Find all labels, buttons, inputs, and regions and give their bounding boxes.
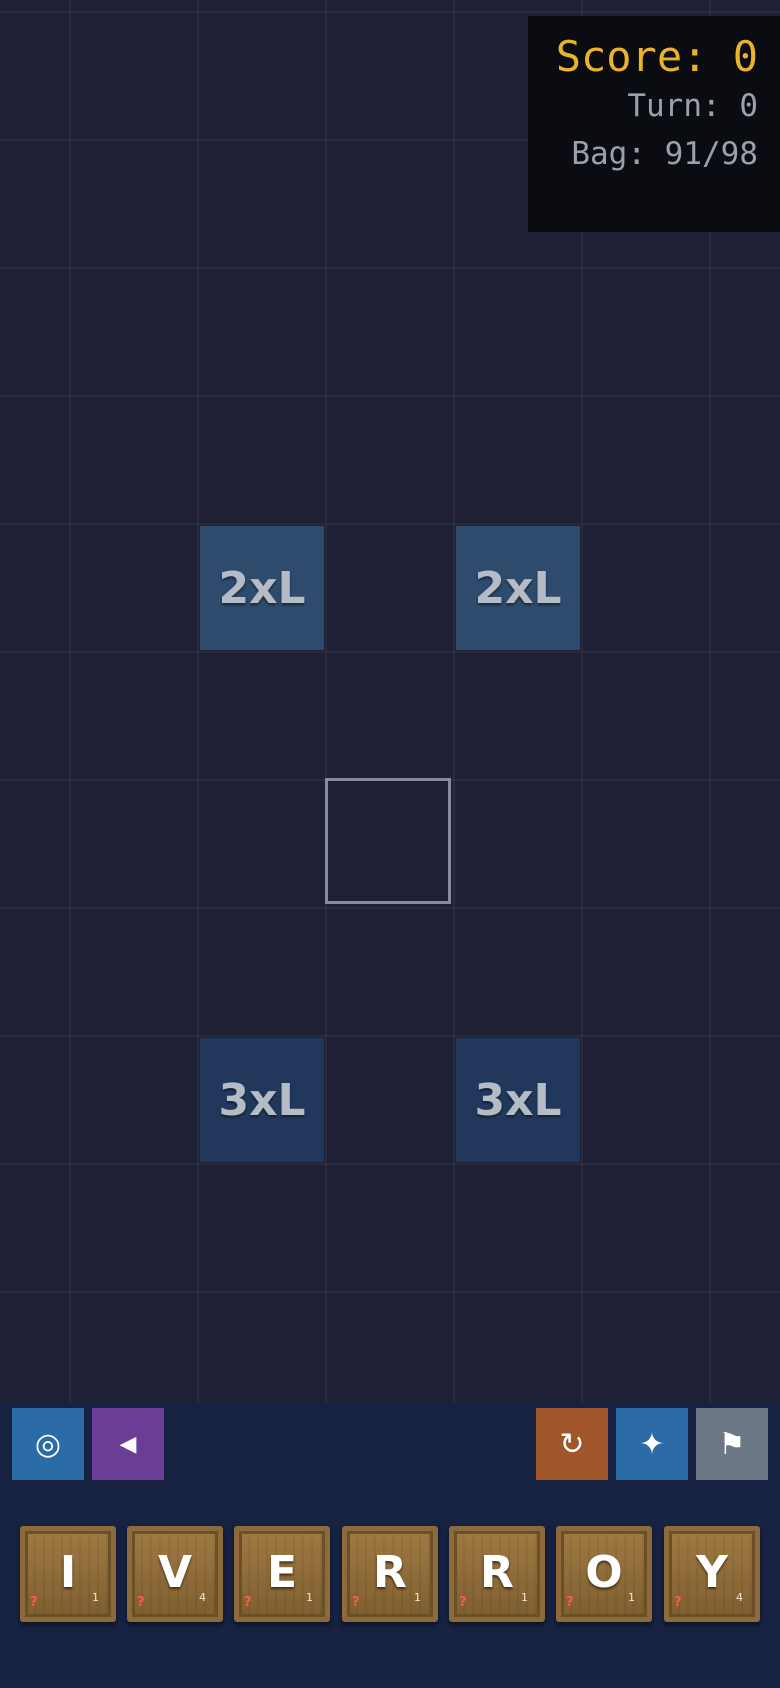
bag-display: Bag: 91/98 (528, 130, 758, 178)
hint-button[interactable]: ✦ (616, 1408, 688, 1480)
rack-tile[interactable]: R 1 ? (449, 1526, 545, 1622)
tile-points: 1 (521, 1591, 528, 1604)
center-start-square[interactable] (325, 778, 451, 904)
flag-icon: ⚑ (718, 1426, 746, 1462)
tile-mark: ? (137, 1595, 145, 1610)
tile-mark: ? (352, 1595, 360, 1610)
back-button[interactable]: ◀ (92, 1408, 164, 1480)
tile-mark: ? (674, 1595, 682, 1610)
refresh-icon: ↻ (559, 1426, 585, 1462)
triple-letter-square[interactable]: 3xL (200, 1038, 324, 1162)
tile-points: 1 (306, 1591, 313, 1604)
back-arrow-icon: ◀ (119, 1431, 137, 1457)
control-panel: ◎ ◀ ↻ ✦ ⚑ I 1 ? V 4 ? E 1 ? R 1 ? R 1 ? … (0, 1404, 780, 1688)
rack-tile[interactable]: E 1 ? (234, 1526, 330, 1622)
double-letter-square[interactable]: 2xL (200, 526, 324, 650)
rack-tile[interactable]: V 4 ? (127, 1526, 223, 1622)
triple-letter-square[interactable]: 3xL (456, 1038, 580, 1162)
game-screen: 2xL 2xL 3xL 3xL Score: 0 Turn: 0 Bag: 91… (0, 0, 780, 1688)
tile-mark: ? (30, 1595, 38, 1610)
tile-points: 4 (199, 1591, 206, 1604)
target-icon: ◎ (34, 1426, 62, 1462)
tile-points: 1 (414, 1591, 421, 1604)
turn-value: 0 (739, 88, 758, 124)
tile-points: 1 (92, 1591, 99, 1604)
rack-tile[interactable]: Y 4 ? (664, 1526, 760, 1622)
rack-tile[interactable]: O 1 ? (556, 1526, 652, 1622)
bag-value: 91/98 (664, 136, 758, 172)
score-label: Score: (555, 32, 708, 81)
double-letter-square[interactable]: 2xL (456, 526, 580, 650)
tile-mark: ? (244, 1595, 252, 1610)
sparkle-icon: ✦ (639, 1426, 665, 1462)
shuffle-button[interactable]: ↻ (536, 1408, 608, 1480)
tile-points: 4 (736, 1591, 743, 1604)
bag-label: Bag: (571, 136, 646, 172)
rack-tile[interactable]: R 1 ? (342, 1526, 438, 1622)
target-button[interactable]: ◎ (12, 1408, 84, 1480)
score-panel: Score: 0 Turn: 0 Bag: 91/98 (528, 16, 780, 232)
tile-points: 1 (628, 1591, 635, 1604)
turn-label: Turn: (627, 88, 721, 124)
tile-mark: ? (459, 1595, 467, 1610)
flag-button[interactable]: ⚑ (696, 1408, 768, 1480)
turn-display: Turn: 0 (528, 82, 758, 130)
tile-rack: I 1 ? V 4 ? E 1 ? R 1 ? R 1 ? O 1 ? Y 4 … (0, 1526, 780, 1624)
tile-mark: ? (566, 1595, 574, 1610)
score-value: 0 (732, 32, 758, 81)
score-display: Score: 0 (528, 32, 758, 82)
rack-tile[interactable]: I 1 ? (20, 1526, 116, 1622)
